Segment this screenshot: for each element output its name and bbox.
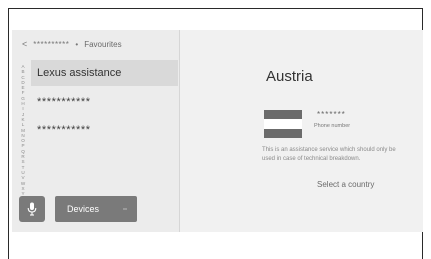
devices-label: Devices bbox=[67, 204, 100, 214]
panel-divider bbox=[179, 30, 180, 232]
austria-flag-icon bbox=[264, 110, 302, 138]
phone-number-label: Phone number bbox=[314, 123, 351, 129]
alphabet-index[interactable]: A B C D E F G H I J K L M N O P Q R S T … bbox=[19, 64, 27, 207]
list-item-lexus-assistance[interactable]: Lexus assistance bbox=[31, 60, 178, 86]
assistance-info-text: This is an assistance service which shou… bbox=[262, 147, 396, 162]
country-name: Austria bbox=[266, 68, 313, 85]
back-chevron-icon[interactable]: < bbox=[22, 39, 27, 49]
list-item-label: *********** bbox=[37, 124, 91, 136]
list-item[interactable]: *********** bbox=[31, 117, 178, 143]
select-country-button[interactable]: Select a country bbox=[317, 180, 374, 189]
list-item-label: *********** bbox=[37, 96, 91, 108]
page-title: Favourites bbox=[84, 39, 122, 49]
devices-indicator bbox=[123, 208, 127, 210]
breadcrumb-masked: ********** bbox=[33, 39, 70, 49]
list-item-label: Lexus assistance bbox=[37, 67, 122, 79]
microphone-icon bbox=[27, 202, 37, 216]
phone-number-masked[interactable]: ******* bbox=[317, 110, 346, 119]
breadcrumb: < ********** • Favourites bbox=[22, 36, 122, 52]
devices-button[interactable]: Devices bbox=[55, 196, 137, 222]
breadcrumb-separator: • bbox=[75, 39, 79, 49]
voice-button[interactable] bbox=[19, 196, 45, 222]
list-item[interactable]: *********** bbox=[31, 89, 178, 115]
